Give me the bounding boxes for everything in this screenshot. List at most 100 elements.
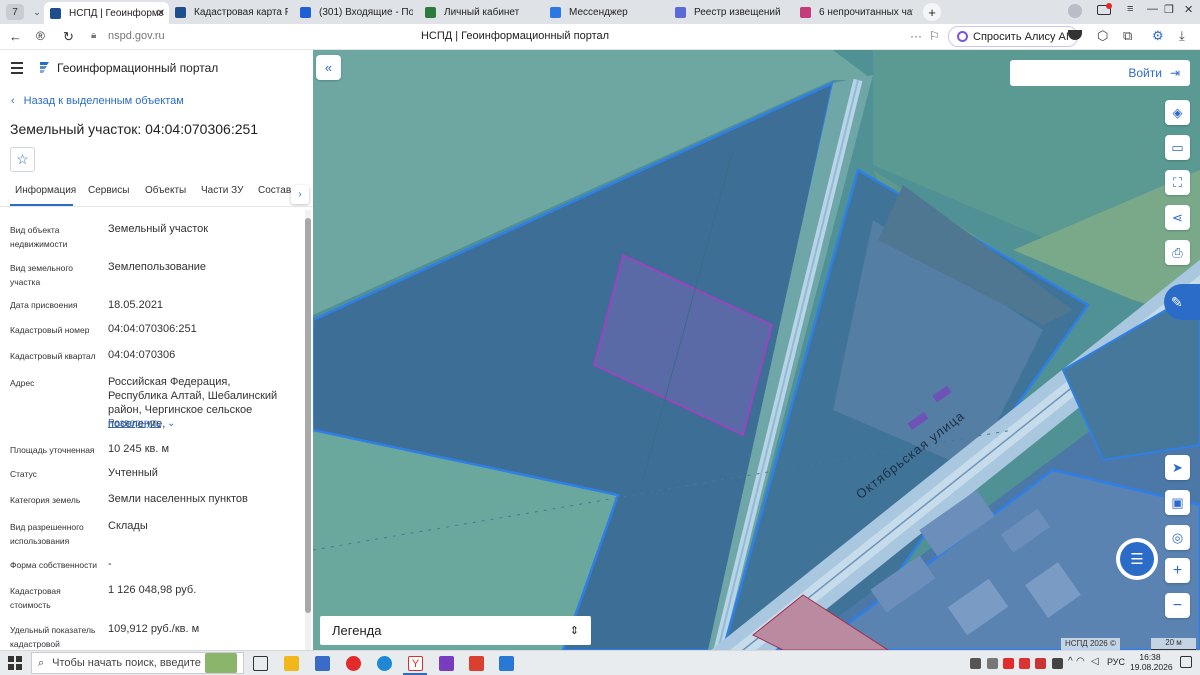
select-area-button[interactable]: ⛶ [1165,170,1190,195]
tab-information[interactable]: Информация [15,185,76,205]
menu-icon[interactable]: ≡ [1127,3,1133,15]
messenger-favicon-icon [550,6,561,18]
wifi-icon[interactable]: ◠ [1076,656,1085,667]
yandex-icon[interactable] [346,656,361,671]
chevron-left-icon: ‹ [11,95,15,107]
chats-favicon-icon [800,6,811,18]
map-canvas[interactable]: Октябрьская улица « Войти ⇥ ◈ ▭ ⛶ ⋖ ⎙ ✎ … [313,50,1200,650]
legend-dropdown[interactable]: Легенда ⇕ [320,616,591,645]
tab-label: Кадастровая карта России [194,6,288,18]
zoom-in-button[interactable]: + [1165,558,1190,583]
hamburger-menu-icon[interactable] [11,62,23,74]
tabs-scroll-right-button[interactable]: › [291,185,309,204]
map-layer [313,50,1200,650]
favorite-star-button[interactable]: ☆ [10,147,35,172]
tab-label: Информация [15,185,77,196]
field-value-parcel-type: Землепользование [108,261,207,273]
page-title: НСПД | Геоинформационный портал [420,30,610,42]
browser-tab-nspd[interactable]: НСПД | Геоинформац ✕ [44,2,169,24]
geolocation-button[interactable]: ➤ [1165,455,1190,480]
print-button[interactable]: ⎙ [1165,240,1190,265]
windows-start-icon[interactable] [8,656,22,670]
registry-favicon-icon [675,6,686,18]
task-view-icon[interactable] [253,656,268,671]
tray-icon[interactable] [1035,658,1046,669]
app-icon-blue[interactable] [499,656,514,671]
word-icon[interactable] [315,656,330,671]
share-button[interactable]: ⋖ [1165,205,1190,230]
new-tab-button[interactable]: + [923,3,941,21]
alice-icon [957,31,968,42]
notifications-icon[interactable] [1180,656,1192,668]
more-icon[interactable]: ··· [910,29,922,43]
clock[interactable]: 16:38 19.08.2026 [1130,652,1173,672]
extensions-icon[interactable]: ⬡ [1097,28,1108,44]
tabs-dropdown-icon[interactable]: ⌄ [30,7,44,18]
tab-label: Объекты [145,185,187,196]
tab-composition[interactable]: Состав [258,185,291,205]
collapse-panel-button[interactable]: « [316,55,341,80]
bookmark-page-icon[interactable]: ⚐ [929,29,940,43]
expand-address-link[interactable]: Развернуть ⌄ [108,418,175,429]
field-value-cadastral-number[interactable]: 04:04:070306:251 [108,322,298,336]
panel-scrollbar-thumb[interactable] [305,218,311,613]
app-icon-red[interactable] [469,656,484,671]
browser-tab-messenger[interactable]: Мессенджер [544,1,669,23]
layers-button[interactable]: ◈ [1165,100,1190,125]
tray-icon[interactable] [1052,658,1063,669]
ask-alice-button[interactable]: Спросить Алису AI [948,26,1078,47]
tray-chevron-icon[interactable]: ^ [1068,656,1073,667]
updown-chevron-icon: ⇕ [569,625,579,637]
tray-icon[interactable] [1019,658,1030,669]
translate-icon[interactable]: ⧉ [1123,28,1132,44]
measure-button[interactable]: ▭ [1165,135,1190,160]
address-bar: ← ® ↻ 🔒︎ nspd.gov.ru НСПД | Геоинформаци… [0,24,1200,50]
downloads-icon[interactable]: ⤓ [1179,28,1185,44]
assistant-button[interactable]: ✎ [1164,284,1200,320]
browser-tab-chats[interactable]: 6 непрочитанных чатов [794,1,919,23]
search-location-button[interactable]: ◎ [1165,525,1190,550]
language-indicator[interactable]: РУС [1107,657,1125,667]
field-label-cadastral-value: Кадастровая стоимость [10,586,61,610]
browser-tab-mail[interactable]: (301) Входящие - Почта Mail [294,1,419,23]
login-label: Войти [1128,66,1162,80]
legend-label: Легенда [332,623,382,638]
map-attribution: НСПД 2026 © [1061,638,1120,650]
profile-avatar-icon[interactable] [1068,4,1082,18]
field-value-permitted-use: Склады [108,520,148,532]
minimize-icon[interactable]: — [1147,3,1158,15]
cabinet-favicon-icon [425,6,436,18]
browser-tab-cabinet[interactable]: Личный кабинет [419,1,544,23]
close-tab-icon[interactable]: ✕ [157,8,165,19]
login-button[interactable]: Войти ⇥ [1010,60,1190,86]
minimap-icon: ▣ [1171,494,1184,510]
tray-icon[interactable] [987,658,998,669]
minimap-button[interactable]: ▣ [1165,490,1190,515]
chat-support-button[interactable]: ☰ [1116,538,1158,580]
restore-icon[interactable]: ❐ [1164,3,1174,16]
edge-icon[interactable] [377,656,392,671]
tray-icon[interactable] [1003,658,1014,669]
back-to-selected-link[interactable]: ‹ Назад к выделенным объектам [11,95,184,107]
close-window-icon[interactable]: ✕ [1184,3,1193,16]
browser-tab-registry[interactable]: Реестр извещений [669,1,794,23]
zoom-out-button[interactable]: − [1165,593,1190,618]
tab-count-badge[interactable]: 7 [6,4,24,20]
field-value-status: Учтенный [108,467,158,479]
location-search-icon: ◎ [1171,529,1184,545]
star-icon: ☆ [16,151,29,167]
volume-icon[interactable]: ◁ [1091,656,1099,667]
browser-tab-cadastral-map[interactable]: Кадастровая карта России [169,1,294,23]
yandex-browser-icon[interactable]: Y [408,656,423,671]
tab-objects[interactable]: Объекты [145,185,186,205]
ruler-icon: ▭ [1171,139,1184,155]
tab-services[interactable]: Сервисы [88,185,129,205]
app-icon-purple[interactable] [439,656,454,671]
field-value-cadastral-quarter[interactable]: 04:04:070306 [108,348,298,362]
alice-voice-icon[interactable] [1068,30,1082,40]
file-explorer-icon[interactable] [284,656,299,671]
extension-icon[interactable]: ⚙ [1152,28,1164,44]
tab-parcel-parts[interactable]: Части ЗУ [201,185,243,205]
tray-icon[interactable] [970,658,981,669]
search-icon: ⌕ [38,656,45,669]
